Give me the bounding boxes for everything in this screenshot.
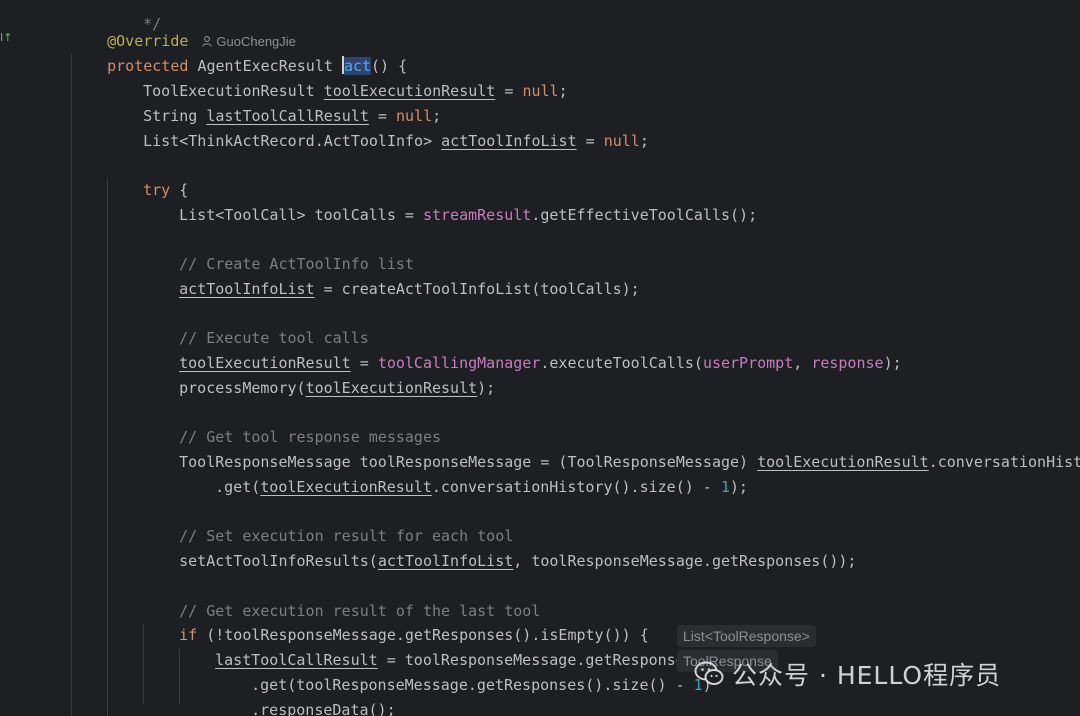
- indent-guide: [107, 178, 108, 716]
- field-userPrompt[interactable]: userPrompt: [703, 354, 793, 372]
- code-line[interactable]: }: [143, 698, 188, 716]
- code-line[interactable]: .responseData();: [215, 674, 396, 716]
- variable-actToolInfoList[interactable]: actToolInfoList: [441, 132, 576, 150]
- variable-actToolInfoList[interactable]: actToolInfoList: [179, 280, 314, 298]
- code-line[interactable]: lastToolCallResult = toolResponseMessage…: [179, 624, 712, 669]
- variable-actToolInfoList[interactable]: actToolInfoList: [378, 552, 513, 570]
- code-token: );: [477, 379, 496, 397]
- code-line[interactable]: .get(toolResponseMessage.getResponses().…: [215, 649, 712, 694]
- code-token: .get(: [215, 478, 261, 496]
- code-line[interactable]: toolExecutionResult = toolCallingManager…: [143, 327, 902, 372]
- code-line[interactable]: // Create ActToolInfo list: [143, 228, 414, 273]
- watermark: 公众号 · HELLO程序员: [694, 654, 1001, 694]
- code-token: =: [495, 82, 523, 100]
- code-line[interactable]: // Get tool response messages: [143, 401, 441, 446]
- field-response[interactable]: response: [811, 354, 883, 372]
- code-line[interactable]: processMemory(toolExecutionResult);: [143, 352, 495, 397]
- code-line[interactable]: ToolResponseMessage toolResponseMessage …: [143, 426, 1080, 471]
- code-line[interactable]: setActToolInfoResults(actToolInfoList, t…: [143, 525, 856, 570]
- code-token: processMemory(: [179, 379, 306, 397]
- type-inlay-hint[interactable]: List<ToolResponse>: [677, 625, 816, 647]
- code-line[interactable]: if (!toolResponseMessage.getResponses().…: [143, 599, 649, 644]
- code-token: .getEffectiveToolCalls();: [531, 206, 758, 224]
- number-literal: 1: [720, 478, 730, 496]
- indent-guide: [71, 54, 72, 716]
- keyword-null: null: [603, 132, 640, 150]
- variable-toolExecutionResult[interactable]: toolExecutionResult: [260, 478, 432, 496]
- editor-gutter: I↑: [0, 0, 30, 716]
- code-line[interactable]: protected AgentExecResult act() {: [71, 30, 407, 75]
- code-line[interactable]: try {: [107, 154, 188, 199]
- code-token: , toolResponseMessage.getResponses());: [513, 552, 857, 570]
- code-token: ,: [793, 354, 812, 372]
- code-line[interactable]: actToolInfoList = createActToolInfoList(…: [143, 253, 640, 298]
- code-token: ;: [558, 82, 568, 100]
- code-line[interactable]: ToolExecutionResult toolExecutionResult …: [107, 55, 567, 100]
- wechat-icon: [694, 661, 724, 685]
- code-line[interactable]: List<ThinkActRecord.ActToolInfo> actTool…: [107, 105, 649, 150]
- code-token: );: [883, 354, 902, 372]
- code-line[interactable]: String lastToolCallResult = null;: [107, 80, 441, 125]
- code-token: .conversationHistory().size() -: [431, 478, 721, 496]
- code-line[interactable]: List<ToolCall> toolCalls = streamResult.…: [143, 179, 757, 224]
- code-line[interactable]: // Get execution result of the last tool: [143, 575, 540, 620]
- field-streamResult[interactable]: streamResult: [423, 206, 531, 224]
- code-token: ;: [639, 132, 649, 150]
- code-line[interactable]: // Execute tool calls: [143, 302, 369, 347]
- code-line[interactable]: // Set execution result for each tool: [143, 500, 513, 545]
- code-token: = createActToolInfoList(toolCalls);: [314, 280, 640, 298]
- code-line[interactable]: .get(toolExecutionResult.conversationHis…: [179, 451, 748, 496]
- code-token: );: [729, 478, 748, 496]
- override-gutter-icon[interactable]: I↑: [0, 31, 12, 44]
- code-token: setActToolInfoResults(: [179, 552, 378, 570]
- code-token: .conversationHistory(: [928, 453, 1080, 471]
- code-token: .responseData();: [251, 701, 396, 716]
- code-editor[interactable]: I↑ */ @Override GuoChengJie protected Age…: [0, 0, 1080, 716]
- code-line[interactable]: @Override GuoChengJie: [71, 5, 296, 50]
- watermark-text: 公众号 · HELLO程序员: [732, 661, 1002, 690]
- code-token: .executeToolCalls(: [540, 354, 703, 372]
- code-token: List<ThinkActRecord.ActToolInfo>: [143, 132, 442, 150]
- variable-toolExecutionResult[interactable]: toolExecutionResult: [306, 379, 478, 397]
- code-token: List<ToolCall> toolCalls =: [179, 206, 423, 224]
- code-token: =: [576, 132, 604, 150]
- keyword-null: null: [522, 82, 559, 100]
- override-arrow-icon: ↑: [3, 31, 13, 44]
- variable-toolExecutionResult[interactable]: toolExecutionResult: [757, 453, 929, 471]
